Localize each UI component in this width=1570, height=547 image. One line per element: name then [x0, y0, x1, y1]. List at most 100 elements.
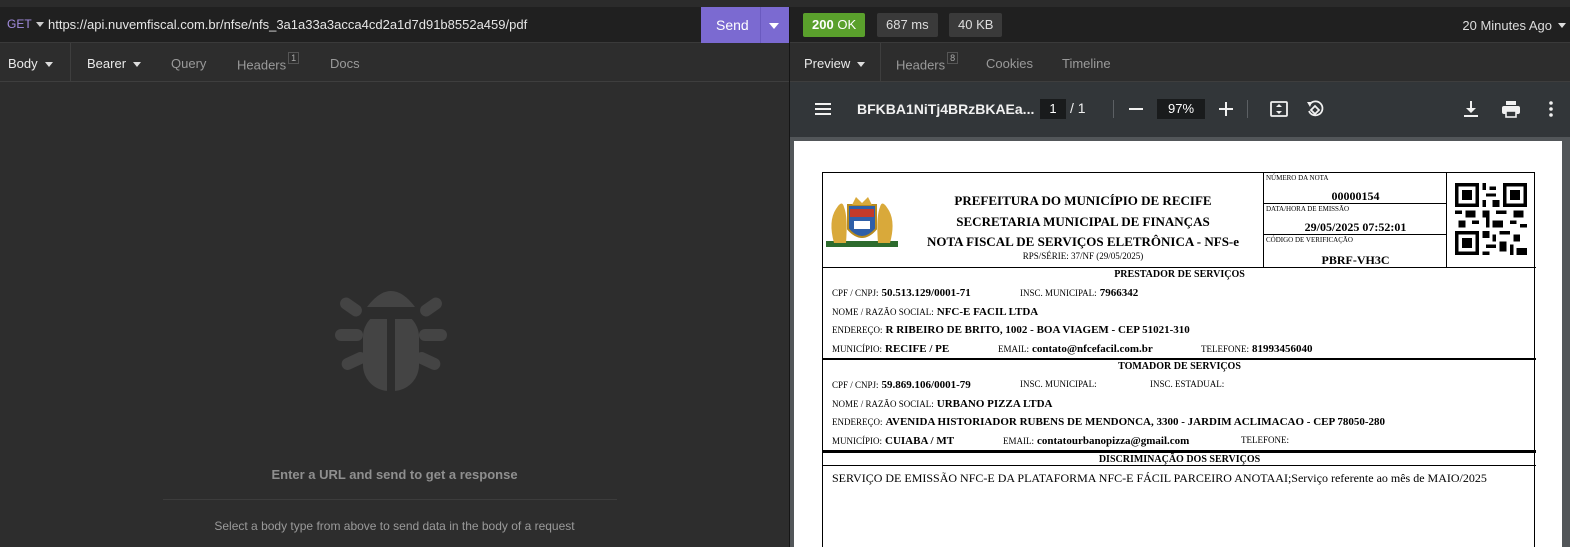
tomador-municipio: CUIABA / MT: [885, 435, 955, 447]
prestador-title: PRESTADOR DE SERVIÇOS: [1114, 269, 1245, 280]
document-header: PREFEITURA DO MUNICÍPIO DE RECIFE SECRET…: [823, 173, 1536, 268]
tomador-nome: URBANO PIZZA LTDA: [936, 398, 1053, 410]
headers-count-badge: 8: [947, 52, 959, 64]
prestador-end-row: ENDEREÇO: R RIBEIRO DE BRITO, 1002 - BOA …: [832, 324, 1190, 336]
tomador-nome-row: NOME / RAZÃO SOCIAL: URBANO PIZZA LTDA: [832, 398, 1053, 410]
qr-code: [1455, 183, 1527, 255]
more-options-icon[interactable]: [1540, 98, 1562, 120]
tab-cookies[interactable]: Cookies: [986, 56, 1033, 71]
label: TELEFONE:: [1241, 435, 1289, 445]
tomador-section: TOMADOR DE SERVIÇOS CPF / CNPJ: 59.869.10…: [823, 359, 1536, 451]
menu-icon[interactable]: [812, 98, 834, 120]
tomador-cnpj-row: CPF / CNPJ: 59.869.106/0001-79: [832, 379, 971, 391]
discriminacao-text: SERVIÇO DE EMISSÃO NFC-E DA PLATAFORMA N…: [832, 471, 1487, 485]
empty-state-title: Enter a URL and send to get a response: [271, 467, 518, 482]
label: MUNICÍPIO:: [832, 436, 883, 446]
response-pane: 200 OK 687 ms 40 KB 20 Minutes Ago Previ…: [790, 7, 1570, 547]
tab-docs[interactable]: Docs: [330, 56, 360, 71]
url-input[interactable]: https://api.nuvemfiscal.com.br/nfse/nfs_…: [48, 17, 527, 32]
prestador-cnpj: 50.513.129/0001-71: [881, 287, 971, 299]
prestador-section: PRESTADOR DE SERVIÇOS CPF / CNPJ: 50.513.…: [823, 268, 1536, 359]
app-window: GET https://api.nuvemfiscal.com.br/nfse/…: [0, 0, 1570, 547]
divider: [1113, 100, 1114, 118]
rotate-icon[interactable]: [1304, 98, 1326, 120]
bug-icon: [335, 291, 447, 391]
tomador-email-row: EMAIL: contatourbanopizza@gmail.com: [1003, 435, 1189, 447]
label: ENDEREÇO:: [832, 417, 883, 427]
history-dropdown[interactable]: 20 Minutes Ago: [1462, 18, 1566, 33]
tab-auth[interactable]: Bearer: [87, 56, 142, 71]
page-total: / 1: [1070, 100, 1086, 116]
discriminacao-header: DISCRIMINAÇÃO DOS SERVIÇOS: [823, 451, 1536, 466]
label: INSC. MUNICIPAL:: [1020, 379, 1097, 389]
prestador-cnpj-row: CPF / CNPJ: 50.513.129/0001-71: [832, 287, 971, 299]
chevron-down-icon[interactable]: [769, 23, 779, 29]
coat-of-arms-logo: [826, 197, 898, 247]
tomador-ie-row: INSC. ESTADUAL:: [1150, 379, 1224, 389]
tomador-cnpj: 59.869.106/0001-79: [881, 379, 971, 391]
tab-auth-label: Bearer: [87, 56, 127, 71]
download-icon[interactable]: [1460, 98, 1482, 120]
pdf-canvas[interactable]: PREFEITURA DO MUNICÍPIO DE RECIFE SECRET…: [790, 137, 1570, 547]
tomador-tel-row: TELEFONE:: [1241, 435, 1289, 445]
status-badge: 200 OK: [803, 13, 866, 37]
tab-preview[interactable]: Preview: [804, 56, 866, 71]
page-number-input[interactable]: 1: [1040, 99, 1066, 119]
label: TELEFONE:: [1201, 344, 1249, 354]
tab-query[interactable]: Query: [171, 56, 206, 71]
prestador-telefone: 81993456040: [1252, 343, 1313, 355]
issue-date-label: DATA/HORA DE EMISSÃO: [1266, 205, 1350, 213]
rps-serie: RPS/SÉRIE: 37/NF (29/05/2025): [1022, 251, 1144, 261]
status-code: 200: [812, 17, 834, 32]
prestador-mun-row: MUNICÍPIO: RECIFE / PE: [832, 343, 949, 355]
divider: [1247, 100, 1248, 118]
tab-response-headers[interactable]: Headers 8: [896, 52, 959, 72]
label: ENDEREÇO:: [832, 325, 883, 335]
tab-headers-label: Headers: [237, 57, 287, 73]
response-size-badge: 40 KB: [949, 13, 1003, 37]
label: INSC. ESTADUAL:: [1150, 379, 1225, 389]
prestador-im-row: INSC. MUNICIPAL: 7966342: [1020, 287, 1138, 299]
url-bar: GET https://api.nuvemfiscal.com.br/nfse/…: [0, 7, 789, 43]
invoice-number: 00000154: [1331, 189, 1380, 203]
zoom-out-icon[interactable]: [1125, 98, 1147, 120]
pdf-page: PREFEITURA DO MUNICÍPIO DE RECIFE SECRET…: [794, 141, 1562, 547]
issue-date-cell: DATA/HORA DE EMISSÃO 29/05/2025 07:52:01: [1264, 204, 1447, 235]
tomador-email: contatourbanopizza@gmail.com: [1037, 435, 1190, 447]
tab-headers[interactable]: Headers 1: [237, 52, 300, 73]
invoice-number-cell: NÚMERO DA NOTA 00000154: [1264, 173, 1447, 204]
label: EMAIL:: [1003, 436, 1034, 446]
label: INSC. MUNICIPAL:: [1020, 288, 1097, 298]
title-line-3: NOTA FISCAL DE SERVIÇOS ELETRÔNICA - NFS…: [926, 234, 1240, 249]
discriminacao-title: DISCRIMINAÇÃO DOS SERVIÇOS: [1098, 454, 1261, 465]
send-button[interactable]: Send: [701, 7, 789, 43]
title-strip: [0, 0, 1570, 7]
prestador-nome: NFC-E FACIL LTDA: [936, 306, 1039, 318]
response-status-bar: 200 OK 687 ms 40 KB 20 Minutes Ago: [790, 7, 1570, 43]
divider: [880, 43, 881, 82]
issue-date: 29/05/2025 07:52:01: [1304, 220, 1407, 234]
title-line-1: PREFEITURA DO MUNICÍPIO DE RECIFE: [954, 193, 1212, 208]
label: CPF / CNPJ:: [832, 288, 879, 298]
headers-count-badge: 1: [288, 52, 300, 64]
print-icon[interactable]: [1500, 98, 1522, 120]
verification-code-cell: CÓDIGO DE VERIFICAÇÃO PBRF-VH3C: [1264, 235, 1447, 268]
method-select[interactable]: GET: [7, 17, 44, 31]
nfse-document: PREFEITURA DO MUNICÍPIO DE RECIFE SECRET…: [822, 172, 1536, 547]
prestador-nome-row: NOME / RAZÃO SOCIAL: NFC-E FACIL LTDA: [832, 306, 1038, 318]
pdf-toolbar: BFKBA1NiTj4BRzBKAEa... 1 / 1 97%: [790, 82, 1570, 137]
request-pane: GET https://api.nuvemfiscal.com.br/nfse/…: [0, 7, 789, 547]
prestador-endereco: R RIBEIRO DE BRITO, 1002 - BOA VIAGEM - …: [885, 324, 1190, 336]
tomador-end-row: ENDEREÇO: AVENIDA HISTORIADOR RUBENS DE M…: [832, 416, 1385, 428]
tab-timeline[interactable]: Timeline: [1062, 56, 1111, 71]
method-label: GET: [7, 17, 32, 31]
fit-page-icon[interactable]: [1268, 98, 1290, 120]
response-time-badge: 687 ms: [877, 13, 938, 37]
divider: [70, 43, 71, 82]
send-divider: [760, 7, 761, 43]
prestador-tel-row: TELEFONE: 81993456040: [1201, 343, 1313, 355]
tab-body[interactable]: Body: [8, 56, 53, 71]
zoom-input[interactable]: 97%: [1157, 99, 1205, 119]
document-title: PREFEITURA DO MUNICÍPIO DE RECIFE SECRET…: [903, 191, 1263, 253]
zoom-in-icon[interactable]: [1215, 98, 1237, 120]
